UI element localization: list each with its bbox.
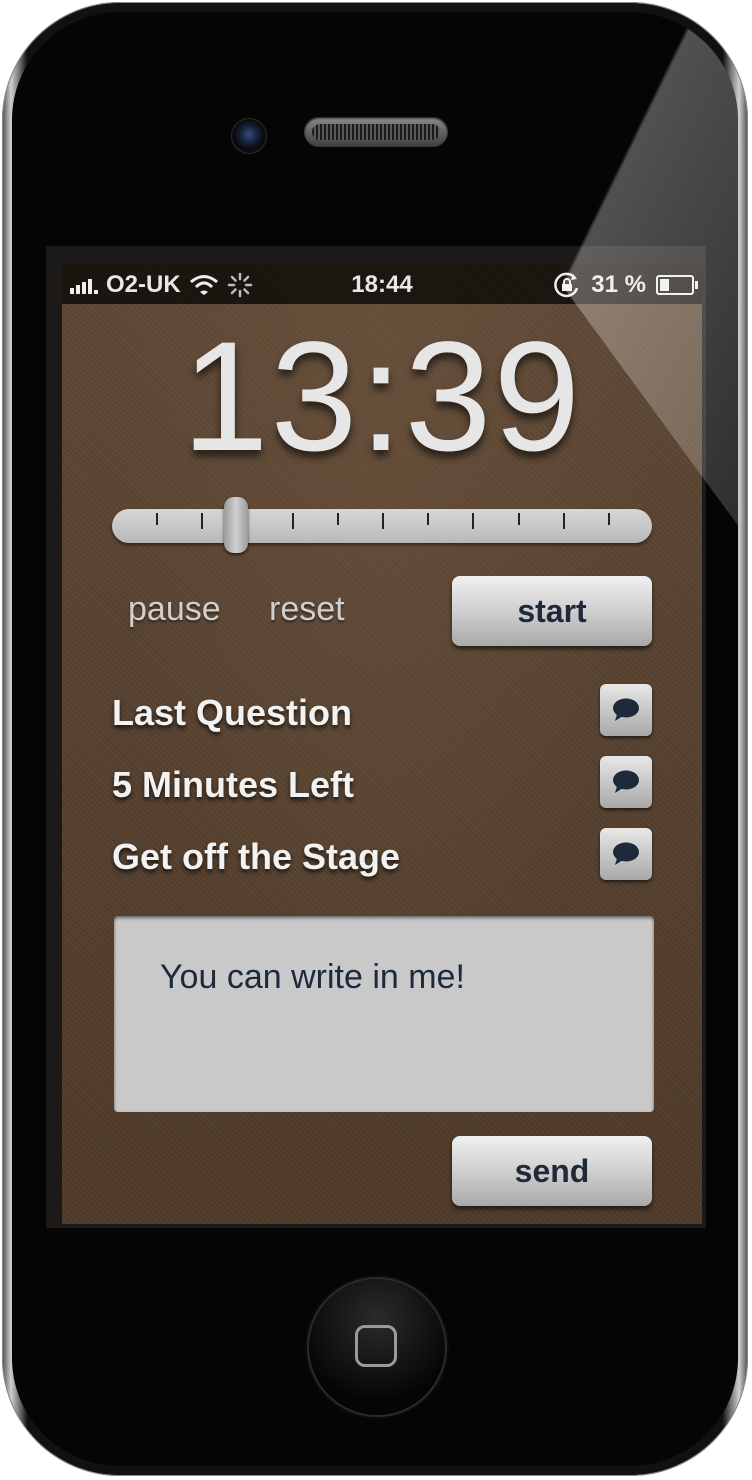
home-button[interactable] [307, 1277, 447, 1417]
time-slider[interactable] [112, 497, 652, 553]
custom-message-textarea[interactable]: You can write in me! [114, 916, 654, 1112]
front-camera [231, 118, 267, 154]
slider-tick [517, 513, 520, 525]
slider-tick [472, 513, 475, 529]
message-row-get-off-the-stage: Get off the Stage [112, 828, 652, 882]
message-label: Get off the Stage [112, 836, 401, 877]
slider-tick [156, 513, 158, 525]
slider-tick [291, 513, 294, 529]
slider-tick [427, 513, 430, 525]
send-message-button[interactable] [600, 756, 652, 808]
battery-percent: 31 % [591, 271, 646, 298]
app-screen: O2-UK 18:44 31 % 13:39 pause reset start… [62, 264, 702, 1224]
slider-tick [336, 513, 339, 525]
home-square-icon [355, 1325, 397, 1367]
timer-display: 13:39 [181, 310, 583, 484]
earpiece-speaker [304, 117, 448, 147]
send-button[interactable]: send [452, 1136, 652, 1206]
slider-tick [562, 513, 565, 529]
status-bar: O2-UK 18:44 31 % [62, 264, 702, 304]
message-row-last-question: Last Question [112, 684, 652, 738]
battery-icon [656, 275, 698, 295]
start-button[interactable]: start [452, 576, 652, 646]
pause-button[interactable]: pause [128, 590, 221, 629]
slider-tick [201, 513, 204, 529]
slider-tick [608, 513, 610, 525]
message-label: 5 Minutes Left [112, 764, 355, 805]
send-message-button[interactable] [600, 684, 652, 736]
rotation-lock-icon [554, 272, 579, 298]
message-label: Last Question [112, 692, 353, 733]
send-message-button[interactable] [600, 828, 652, 880]
message-row-5-minutes-left: 5 Minutes Left [112, 756, 652, 810]
speech-bubble-icon [613, 698, 639, 721]
speech-bubble-icon [613, 770, 639, 793]
speech-bubble-icon [613, 842, 639, 865]
slider-thumb[interactable] [224, 497, 249, 553]
reset-button[interactable]: reset [269, 590, 345, 629]
status-right: 31 % [553, 271, 698, 299]
slider-tick [382, 513, 384, 529]
battery-fill [660, 279, 669, 291]
